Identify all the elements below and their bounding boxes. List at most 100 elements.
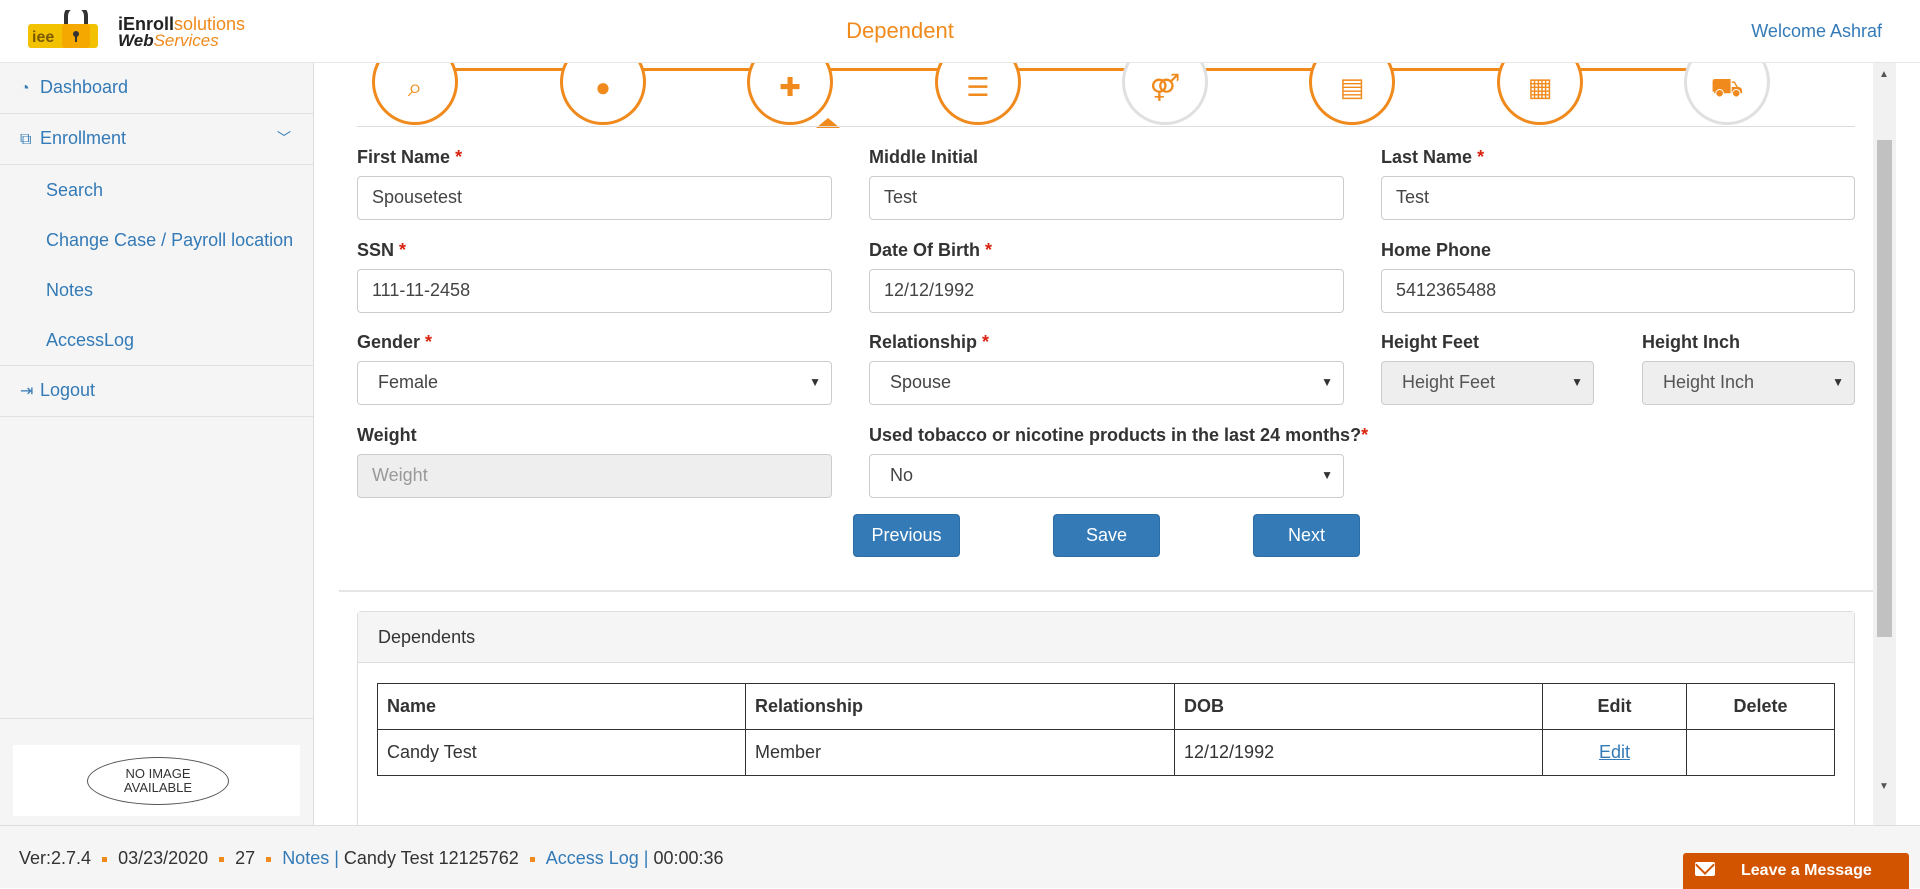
previous-button[interactable]: Previous: [853, 514, 960, 557]
last-name-field[interactable]: Test: [1381, 176, 1855, 220]
edit-link[interactable]: Edit: [1599, 742, 1630, 762]
weight-field[interactable]: Weight: [357, 454, 832, 498]
add-user-icon: ✚: [779, 72, 801, 102]
date-text: 03/23/2020: [118, 848, 209, 868]
table-row: Candy Test Member 12/12/1992 Edit: [377, 729, 1835, 776]
delete-cell: [1686, 729, 1835, 776]
gender-select[interactable]: Female ▼: [357, 361, 832, 405]
middle-initial-field[interactable]: Test: [869, 176, 1344, 220]
separator-dot: [102, 856, 108, 862]
search-icon: ⌕: [407, 72, 423, 102]
dropdown-arrow-icon: ▼: [1571, 375, 1583, 389]
sidebar-item-notes[interactable]: Notes: [0, 265, 313, 315]
weight-label: Weight: [357, 425, 417, 445]
no-image-badge: NO IMAGE AVAILABLE: [87, 757, 229, 805]
column-header-edit: Edit: [1542, 683, 1687, 730]
tobacco-select[interactable]: No ▼: [869, 454, 1344, 498]
footer-access-log-link[interactable]: Access Log |: [546, 848, 649, 868]
home-phone-label: Home Phone: [1381, 240, 1492, 260]
dropdown-arrow-icon: ▼: [1321, 468, 1333, 482]
first-name-label: First Name *: [357, 147, 463, 167]
version-text: Ver:2.7.4: [19, 848, 92, 868]
family-icon: ⚤: [1149, 72, 1181, 102]
gender-label: Gender *: [357, 332, 433, 352]
sidebar: ◔ Dashboard ⧉ Enrollment ﹀ Search Change C…: [0, 63, 314, 825]
dob-label: Date Of Birth *: [869, 240, 993, 260]
column-header-name: Name: [377, 683, 746, 730]
profile-image-placeholder: NO IMAGE AVAILABLE: [13, 745, 300, 816]
footer-notes-link[interactable]: Notes |: [282, 848, 339, 868]
section-divider: [339, 590, 1887, 592]
relationship-label: Relationship *: [869, 332, 990, 352]
sidebar-item-change-case[interactable]: Change Case / Payroll location: [0, 215, 313, 265]
dropdown-arrow-icon: ▼: [1832, 375, 1844, 389]
dropdown-arrow-icon: ▼: [1321, 375, 1333, 389]
scrollbar-thumb[interactable]: [1877, 140, 1892, 637]
column-header-dob: DOB: [1174, 683, 1543, 730]
timer-text: 00:00:36: [653, 848, 724, 868]
main-content: ⌕ ● ✚ ☰ ⚤ ▤ ▦ ⛟ First Name * Spousetest Middle …: [315, 63, 1920, 825]
scrollbar[interactable]: ▲ ▼: [1873, 63, 1896, 825]
wizard-step-family-icon[interactable]: ⚤: [1122, 63, 1208, 125]
enrollment-icon: ⧉: [20, 131, 32, 148]
save-button[interactable]: Save: [1053, 514, 1160, 557]
height-inch-label: Height Inch: [1642, 332, 1740, 352]
footer: Ver:2.7.4 03/23/2020 27 Notes | Candy Test …: [0, 825, 1920, 889]
sidebar-item-access-log[interactable]: AccessLog: [0, 315, 313, 366]
scroll-up-arrow-icon[interactable]: ▲: [1879, 69, 1889, 80]
ssn-label: SSN *: [357, 240, 407, 260]
wizard-step-cart-icon[interactable]: ⛟: [1684, 63, 1770, 125]
page-title: Dependent: [846, 18, 954, 43]
separator-dot: [219, 856, 225, 862]
wizard-step-form-icon[interactable]: ▦: [1497, 63, 1583, 125]
middle-initial-label: Middle Initial: [869, 147, 979, 167]
footer-status: Ver:2.7.4 03/23/2020 27 Notes | Candy Test …: [19, 848, 724, 869]
sidebar-item-enrollment[interactable]: ⧉ Enrollment ﹀: [0, 114, 313, 165]
leave-message-button[interactable]: Leave a Message: [1683, 853, 1909, 889]
home-phone-field[interactable]: 5412365488: [1381, 269, 1855, 313]
cart-icon: ⛟: [1710, 72, 1744, 102]
dashboard-icon: ◔: [20, 80, 30, 97]
height-inch-select[interactable]: Height Inch ▼: [1642, 361, 1855, 405]
dob-field[interactable]: 12/12/1992: [869, 269, 1344, 313]
wizard-step-add-user-icon[interactable]: ✚: [747, 63, 833, 125]
relationship-select[interactable]: Spouse ▼: [869, 361, 1344, 405]
envelope-icon: [1695, 862, 1715, 876]
ssn-field[interactable]: 111-11-2458: [357, 269, 832, 313]
table-header-row: Name Relationship DOB Edit Delete: [377, 683, 1835, 730]
form-icon: ▦: [1527, 72, 1553, 102]
dependents-panel-title: Dependents: [358, 612, 1854, 663]
wizard-step-user-icon[interactable]: ●: [560, 63, 646, 125]
next-button[interactable]: Next: [1253, 514, 1360, 557]
first-name-field[interactable]: Spousetest: [357, 176, 832, 220]
top-bar: iee iEnrollsolutions WebServices Depende…: [0, 0, 1920, 63]
height-feet-label: Height Feet: [1381, 332, 1480, 352]
user-icon: ●: [595, 72, 611, 102]
scroll-down-arrow-icon[interactable]: ▼: [1879, 781, 1889, 792]
dependents-panel: Dependents Name Relationship DOB Edit De…: [357, 611, 1855, 825]
last-name-label: Last Name *: [1381, 147, 1485, 167]
dropdown-arrow-icon: ▼: [809, 375, 821, 389]
welcome-user-link[interactable]: Welcome Ashraf: [1751, 21, 1882, 42]
dependent-relationship: Member: [745, 729, 1175, 776]
chevron-down-icon: ﹀: [277, 130, 291, 146]
wizard-step-list-icon[interactable]: ☰: [935, 63, 1021, 125]
sidebar-item-logout[interactable]: ⇥ Logout: [0, 366, 313, 417]
sidebar-item-dashboard[interactable]: ◔ Dashboard: [0, 63, 313, 114]
dependent-name: Candy Test: [377, 729, 746, 776]
separator-dot: [529, 856, 535, 862]
document-icon: ▤: [1339, 72, 1365, 102]
sidebar-item-search[interactable]: Search: [0, 165, 313, 215]
list-icon: ☰: [966, 72, 990, 102]
height-feet-select[interactable]: Height Feet ▼: [1381, 361, 1594, 405]
column-header-relationship: Relationship: [745, 683, 1175, 730]
tobacco-label: Used tobacco or nicotine products in the…: [869, 425, 1369, 445]
wizard-step-search-icon[interactable]: ⌕: [372, 63, 458, 125]
logout-icon: ⇥: [20, 383, 34, 400]
column-header-delete: Delete: [1686, 683, 1835, 730]
dependents-table: Name Relationship DOB Edit Delete Candy …: [377, 683, 1835, 776]
dependent-dob: 12/12/1992: [1174, 729, 1543, 776]
separator-dot: [266, 856, 272, 862]
edit-cell: Edit: [1542, 729, 1687, 776]
wizard-step-document-icon[interactable]: ▤: [1309, 63, 1395, 125]
